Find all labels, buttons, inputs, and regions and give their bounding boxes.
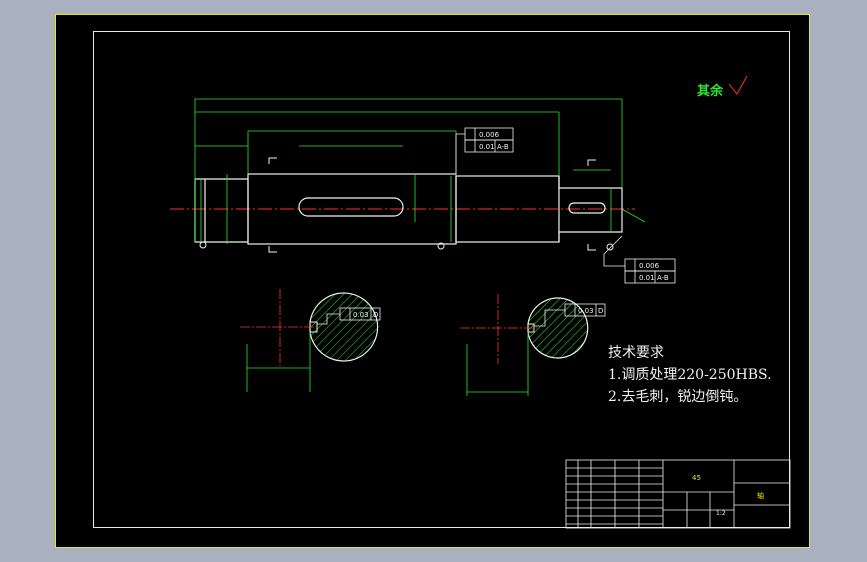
cad-viewport[interactable]: 0.006 0.01 A-B 0.006 0.01 A-B 0.03 D 0.0… [55,14,810,548]
section-marks [268,157,596,253]
section2-sym-value: 0.03 [578,307,594,315]
tech-title: 技术要求 [608,345,664,361]
upper-cyl-value: 0.006 [479,131,500,139]
tech-item-2: 2.去毛刺，锐边倒钝。 [608,389,748,405]
technical-requirements: 技术要求 1.调质处理220-250HBS. 2.去毛刺，锐边倒钝。 [608,342,772,408]
tech-item-1: 1.调质处理220-250HBS. [608,367,772,383]
lower-runout-value: 0.01 [639,274,655,282]
lower-cyl-value: 0.006 [639,262,660,270]
section-view-1 [240,289,381,392]
section1-sym-value: 0.03 [353,311,369,319]
keyway-large [298,197,404,217]
dimension-lines [194,98,646,244]
roughness-note: 其余 [697,84,724,99]
keyway-small [568,202,606,214]
title-block-material: 45 [692,474,701,482]
roughness-symbol-icon [728,75,748,95]
datum-symbols [199,241,614,251]
section1-datum-value: D [373,311,378,319]
upper-runout-value: 0.01 [479,143,495,151]
upper-datum-value: A-B [497,143,509,151]
lower-datum-value: A-B [657,274,669,282]
section2-datum-value: D [598,307,603,315]
title-block-part-name: 轴 [757,491,764,500]
title-block-scale: 1:2 [716,510,726,517]
